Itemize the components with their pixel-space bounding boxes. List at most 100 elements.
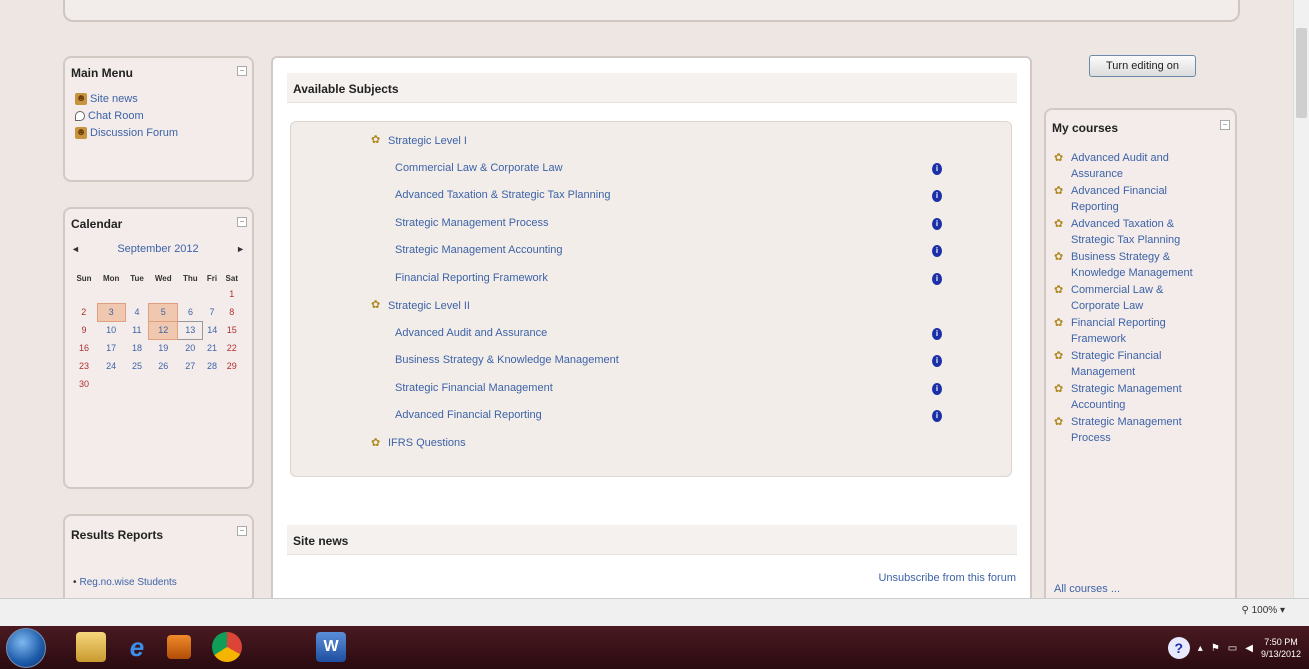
network-icon[interactable]: ▭	[1228, 643, 1237, 654]
category-link[interactable]: ✿ Strategic Level I	[371, 134, 467, 147]
info-icon[interactable]: i	[932, 355, 942, 367]
calendar-day[interactable]: 24	[97, 357, 125, 375]
calendar-day[interactable]: 26	[149, 357, 178, 375]
my-course-label: Commercial Law & Corporate Law	[1071, 282, 1163, 314]
info-icon[interactable]: i	[932, 162, 942, 175]
info-icon[interactable]: i	[932, 190, 942, 202]
calendar-weekday: Wed	[154, 273, 172, 283]
all-courses-link[interactable]: All courses ...	[1054, 580, 1120, 597]
calendar-day[interactable]: 4	[125, 303, 148, 321]
my-course-label-line: Strategic Tax Planning	[1071, 234, 1181, 246]
calendar-day[interactable]: 22	[221, 339, 242, 357]
calendar-empty-cell	[97, 285, 125, 303]
collapse-icon[interactable]: −	[237, 66, 247, 76]
my-course-link[interactable]: ✿ Financial Reporting Framework	[1054, 315, 1224, 347]
flag-icon[interactable]: ⚑	[1211, 643, 1220, 654]
file-explorer-icon[interactable]	[76, 632, 106, 662]
course-link[interactable]: Advanced Financial Reporting	[395, 409, 542, 421]
menu-item-discussion-forum[interactable]: ☻ Discussion Forum	[75, 124, 178, 141]
calendar-day[interactable]: 27	[178, 357, 203, 375]
course-link[interactable]: Business Strategy & Knowledge Management	[395, 354, 619, 366]
calendar-day[interactable]: 12	[148, 320, 179, 340]
course-link[interactable]: Strategic Management Accounting	[395, 244, 563, 256]
menu-item-chat-room[interactable]: Chat Room	[75, 107, 178, 124]
info-icon[interactable]: i	[932, 382, 942, 395]
info-icon[interactable]: i	[932, 217, 942, 230]
zoom-control[interactable]: ⚲ 100% ▾	[1242, 605, 1286, 616]
my-course-link[interactable]: ✿ Strategic Management Accounting	[1054, 381, 1224, 413]
next-month-arrow-icon[interactable]: ►	[236, 244, 245, 254]
calendar-day[interactable]: 23	[71, 357, 97, 375]
calendar-day[interactable]: 9	[71, 321, 97, 339]
calendar-day[interactable]: 6	[178, 303, 203, 321]
clock[interactable]: 7:50 PM 9/13/2012	[1261, 636, 1301, 660]
word-icon[interactable]: W	[316, 632, 346, 662]
main-menu-list: ☻ Site news Chat Room ☻ Discussion Forum	[75, 90, 178, 141]
course-link[interactable]: Advanced Audit and Assurance	[395, 327, 547, 339]
volume-icon[interactable]: ◀	[1245, 643, 1253, 654]
calendar-day[interactable]: 2	[71, 303, 97, 321]
calendar-day[interactable]: 14	[203, 321, 221, 339]
calendar-block: Calendar − ◄ September 2012 ► Sun Mon Tue W…	[63, 207, 254, 489]
calendar-day[interactable]: 17	[97, 339, 125, 357]
my-course-link[interactable]: ✿ Commercial Law & Corporate Law	[1054, 282, 1224, 314]
calendar-month-link[interactable]: September 2012	[117, 243, 198, 255]
info-icon[interactable]: i	[932, 410, 942, 422]
my-course-link[interactable]: ✿ Strategic Management Process	[1054, 414, 1224, 446]
internet-explorer-icon[interactable]: e	[122, 632, 152, 662]
calendar-day[interactable]: 11	[125, 321, 148, 339]
collapse-icon[interactable]: −	[237, 526, 247, 536]
vertical-scrollbar[interactable]	[1293, 0, 1309, 598]
calendar-day[interactable]: 10	[97, 321, 125, 339]
calendar-day[interactable]: 16	[71, 339, 97, 357]
calendar-weekday: Mon	[102, 273, 120, 283]
course-link[interactable]: Strategic Financial Management	[395, 382, 553, 394]
scrollbar-thumb[interactable]	[1296, 28, 1307, 118]
start-button[interactable]	[6, 628, 46, 668]
my-course-link[interactable]: ✿ Advanced Taxation & Strategic Tax Planni…	[1054, 216, 1224, 248]
calendar-day[interactable]: 28	[203, 357, 221, 375]
calendar-day[interactable]: 15	[221, 321, 242, 339]
chrome-icon[interactable]	[212, 632, 242, 662]
media-player-icon[interactable]	[167, 635, 191, 659]
calendar-day[interactable]: 7	[203, 303, 221, 321]
turn-editing-on-button[interactable]: Turn editing on	[1089, 55, 1196, 77]
my-courses-list: ✿ Advanced Audit and Assurance ✿ Advanced Fi…	[1054, 150, 1224, 447]
calendar-day[interactable]: 1	[221, 285, 242, 303]
top-frame	[63, 0, 1240, 22]
help-icon[interactable]: ?	[1167, 637, 1190, 659]
calendar-day[interactable]: 5	[148, 302, 179, 322]
course-link[interactable]: Strategic Management Process	[395, 217, 548, 229]
category-link[interactable]: ✿ IFRS Questions	[371, 437, 466, 450]
calendar-day[interactable]: 29	[221, 357, 242, 375]
my-course-link[interactable]: ✿ Strategic Financial Management	[1054, 348, 1224, 380]
calendar-day[interactable]: 21	[203, 339, 221, 357]
calendar-day[interactable]: 19	[149, 339, 178, 357]
info-icon[interactable]: i	[932, 327, 942, 340]
course-link[interactable]: Financial Reporting Framework	[395, 272, 548, 284]
info-icon[interactable]: i	[932, 245, 942, 257]
results-report-item[interactable]: • Reg.no.wise Students	[73, 574, 177, 591]
my-course-link[interactable]: ✿ Advanced Financial Reporting	[1054, 183, 1224, 215]
my-course-link[interactable]: ✿ Advanced Audit and Assurance	[1054, 150, 1224, 182]
course-link[interactable]: Advanced Taxation & Strategic Tax Planni…	[395, 189, 610, 201]
my-course-link[interactable]: ✿ Business Strategy & Knowledge Management	[1054, 249, 1224, 281]
calendar-day[interactable]: 30	[71, 375, 97, 393]
calendar-day[interactable]: 13	[177, 320, 204, 340]
calendar-weekday: Fri	[206, 273, 218, 283]
course-link[interactable]: Commercial Law & Corporate Law	[395, 162, 563, 174]
collapse-icon[interactable]: −	[1220, 120, 1230, 130]
calendar-day[interactable]: 18	[125, 339, 148, 357]
tray-arrow-icon[interactable]: ▴	[1198, 643, 1203, 654]
calendar-day[interactable]: 20	[178, 339, 203, 357]
menu-item-site-news[interactable]: ☻ Site news	[75, 90, 178, 107]
calendar-day[interactable]: 8	[221, 303, 242, 321]
collapse-icon[interactable]: −	[237, 217, 247, 227]
course-icon: ✿	[1054, 251, 1064, 263]
unsubscribe-link[interactable]: Unsubscribe from this forum	[878, 572, 1016, 584]
info-icon[interactable]: i	[932, 272, 942, 285]
prev-month-arrow-icon[interactable]: ◄	[71, 244, 80, 254]
calendar-day[interactable]: 3	[96, 302, 126, 322]
calendar-day[interactable]: 25	[125, 357, 148, 375]
category-link[interactable]: ✿ Strategic Level II	[371, 299, 470, 312]
